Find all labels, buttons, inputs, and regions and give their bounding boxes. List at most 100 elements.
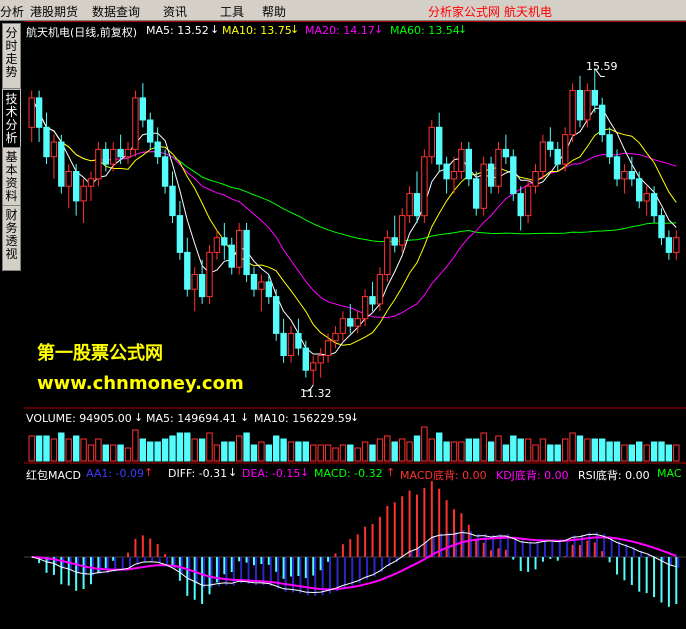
candle-up xyxy=(421,156,428,217)
menu-news[interactable]: 资讯 xyxy=(163,3,187,20)
candle-down xyxy=(517,193,524,217)
candle-down xyxy=(658,215,665,239)
volume-bar xyxy=(102,444,109,462)
ma10-down-arrow-icon: ↓ xyxy=(290,23,300,36)
volume-bar xyxy=(317,444,324,462)
volume-bar xyxy=(191,438,198,462)
candle-down xyxy=(169,185,176,217)
ma20-value: MA20: 14.17 xyxy=(305,24,375,37)
candle-up xyxy=(124,148,132,158)
candle-down xyxy=(147,119,154,143)
tab-technical[interactable]: 技术分析 xyxy=(2,89,21,155)
volume-bar xyxy=(28,435,35,462)
candle-down xyxy=(139,97,146,121)
candle-down xyxy=(295,332,302,349)
watermark-url: www.chnmoney.com xyxy=(37,373,244,394)
volume-bar xyxy=(532,444,539,462)
menu-help[interactable]: 帮助 xyxy=(262,3,286,20)
volume-ma5-value: MA5: 149694.41 xyxy=(146,412,237,425)
link-stock-name[interactable]: 航天机电 xyxy=(504,3,552,20)
volume-bar xyxy=(361,441,369,462)
dea-down-arrow-icon: ↓ xyxy=(300,466,310,479)
candle-down xyxy=(510,156,517,195)
candle-up xyxy=(65,171,72,187)
volume-bar xyxy=(606,441,613,462)
candle-up xyxy=(621,171,628,180)
candle-down xyxy=(117,148,124,158)
price-chart-svg[interactable] xyxy=(24,21,686,629)
candle-down xyxy=(636,178,643,202)
volume-bar xyxy=(369,444,376,462)
candle-up xyxy=(539,141,547,172)
volume-bar xyxy=(176,432,184,462)
candle-down xyxy=(161,156,169,187)
volume-bar xyxy=(302,441,310,462)
candle-up xyxy=(480,163,487,209)
candle-down xyxy=(576,90,584,121)
volume-bar xyxy=(147,441,154,462)
watermark-site-name: 第一股票公式网 xyxy=(37,343,163,364)
candle-down xyxy=(369,296,376,305)
volume-bar xyxy=(636,441,643,462)
volume-bar xyxy=(280,438,287,462)
candle-down xyxy=(43,126,50,158)
volume-bar xyxy=(376,438,384,462)
volume-bar xyxy=(324,444,332,462)
macd-macd-value: MACD: -0.32 xyxy=(314,467,383,480)
volume-bar xyxy=(562,438,569,462)
ma10-line xyxy=(31,97,677,346)
candle-up xyxy=(584,90,591,121)
tab-financials[interactable]: 财务透视 xyxy=(2,205,21,271)
menu-tools[interactable]: 工具 xyxy=(220,3,244,20)
mac-truncated-label: MAC xyxy=(657,467,682,480)
volume-bar xyxy=(421,426,428,462)
candle-up xyxy=(673,237,680,253)
volume-bar xyxy=(406,441,413,462)
candle-up xyxy=(332,332,339,342)
candle-up xyxy=(50,141,58,158)
volume-bar xyxy=(665,444,673,462)
ma20-line xyxy=(31,97,677,319)
low-price-label: 11.32 xyxy=(300,387,332,400)
candle-down xyxy=(250,274,258,290)
candle-up xyxy=(384,237,391,275)
volume-bar xyxy=(399,438,406,462)
candle-down xyxy=(473,178,480,209)
volume-bar xyxy=(613,441,621,462)
volume-bar xyxy=(384,435,391,462)
tab-intraday[interactable]: 分时走势 xyxy=(2,23,21,89)
volume-bar xyxy=(184,432,191,462)
volume-bar xyxy=(413,435,421,462)
volume-bar xyxy=(228,441,235,462)
menu-hk-futures[interactable]: 港股期货 xyxy=(30,3,78,20)
tab-basic-info[interactable]: 基本资料 xyxy=(2,147,21,213)
menu-data-query[interactable]: 数据查询 xyxy=(92,3,140,20)
menu-analysis[interactable]: 分析 xyxy=(0,3,24,20)
volume-bar xyxy=(599,438,606,462)
candle-up xyxy=(87,178,95,187)
candle-up xyxy=(28,97,35,128)
volume-bar xyxy=(110,444,117,462)
candle-down xyxy=(347,318,354,327)
menu-bar: 分析 港股期货 数据查询 资讯 工具 帮助 分析家公式网 航天机电 xyxy=(0,0,686,21)
volume-bar xyxy=(169,435,176,462)
volume-bar xyxy=(502,444,510,462)
volume-bar xyxy=(332,447,339,462)
volume-bar xyxy=(576,435,584,462)
candle-up xyxy=(110,148,117,165)
chart-area[interactable]: 航天机电(日线,前复权) MA5: 13.52 ↓ MA10: 13.75 ↓ … xyxy=(24,21,686,629)
candle-down xyxy=(502,148,510,158)
volume-value: VOLUME: 94905.00 xyxy=(26,412,132,425)
volume-bar xyxy=(35,435,43,462)
volume-bar xyxy=(347,444,354,462)
volume-bar xyxy=(473,438,480,462)
link-fxj-formula[interactable]: 分析家公式网 xyxy=(428,3,500,20)
candle-down xyxy=(280,332,287,356)
candle-up xyxy=(132,97,139,150)
volume-bar xyxy=(95,438,102,462)
volume-bar xyxy=(265,444,273,462)
candle-down xyxy=(487,163,495,187)
candle-down xyxy=(606,134,613,158)
candle-down xyxy=(58,141,65,187)
candle-down xyxy=(413,193,421,217)
